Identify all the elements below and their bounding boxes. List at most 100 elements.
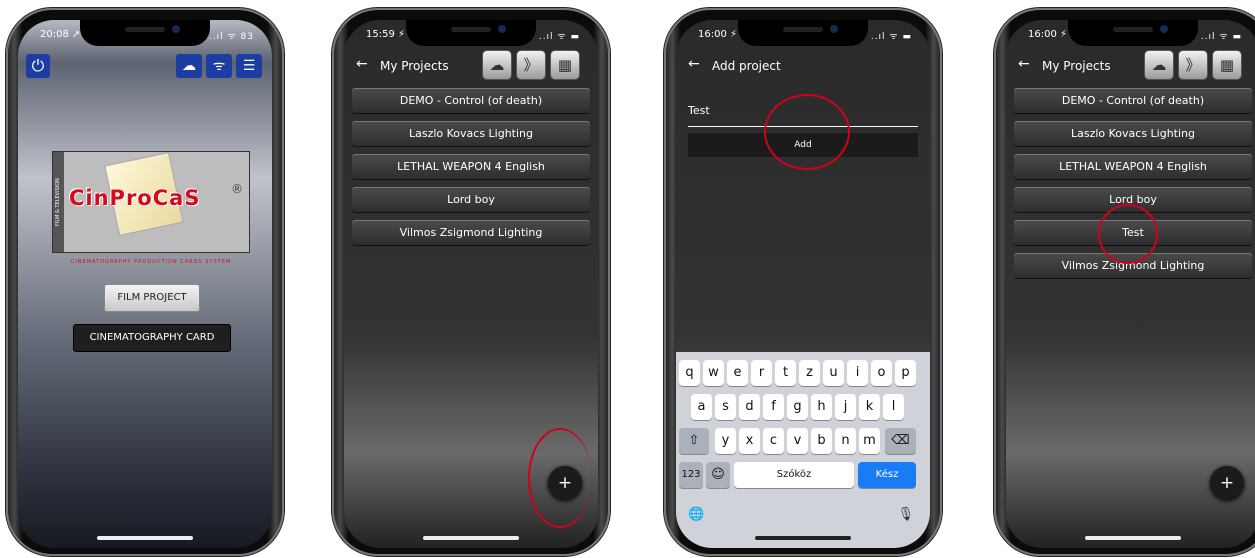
film-strip-icon[interactable]: ▦ [550, 50, 580, 80]
cloud-sync-icon[interactable]: ☁ [176, 54, 202, 78]
backspace-key-icon[interactable]: ⌫ [885, 428, 916, 454]
phone-frame-projects: 15:59 ⚡ ..ıl ᯤ ▬ ← My Projects ☁ 》 ▦ DEM… [332, 8, 610, 556]
key[interactable]: f [763, 394, 784, 420]
key[interactable]: t [775, 360, 796, 386]
project-item[interactable]: DEMO - Control (of death) [1014, 88, 1252, 114]
key[interactable]: l [883, 394, 904, 420]
project-list: DEMO - Control (of death) Laszlo Kovacs … [1014, 88, 1252, 286]
key[interactable]: x [739, 428, 760, 454]
status-time: 15:59 ⚡ [366, 29, 406, 40]
app-bar: ← My Projects ☁ 》 ▦ [1006, 48, 1255, 86]
project-item[interactable]: LETHAL WEAPON 4 English [1014, 154, 1252, 180]
page-title: Add project [712, 59, 781, 73]
add-project-fab[interactable]: + [1210, 466, 1244, 500]
keyboard-row-1: q w e r t z u i o p [676, 360, 930, 386]
bend-icon[interactable]: 》 [1178, 50, 1208, 80]
space-key[interactable]: Szóköz [734, 462, 854, 488]
key[interactable]: m [859, 428, 880, 454]
back-arrow-icon[interactable]: ← [688, 56, 700, 72]
status-icons: ..ıl ᯤ ▬ [1200, 32, 1242, 42]
phone-frame-projects-updated: 16:00 ⚡ ..ıl ᯤ ▬ ← My Projects ☁ 》 ▦ DEM… [994, 8, 1255, 556]
project-item[interactable]: DEMO - Control (of death) [352, 88, 590, 114]
status-bar: 20:08 ➚ ..ıl ᯤ 83 [18, 29, 272, 43]
project-item[interactable]: LETHAL WEAPON 4 English [352, 154, 590, 180]
key[interactable]: u [823, 360, 844, 386]
project-item[interactable]: Lord boy [352, 187, 590, 213]
key[interactable]: o [871, 360, 892, 386]
key[interactable]: k [859, 394, 880, 420]
home-indicator [423, 536, 519, 540]
back-arrow-icon[interactable]: ← [1018, 56, 1030, 72]
key[interactable]: h [811, 394, 832, 420]
key[interactable]: p [895, 360, 916, 386]
status-time: 16:00 ⚡ [698, 29, 738, 40]
keyboard-row-5: 🌐 🎙 [676, 502, 930, 528]
power-icon[interactable]: ⏻ [26, 54, 50, 78]
key[interactable]: b [811, 428, 832, 454]
microphone-icon[interactable]: 🎙 [897, 502, 914, 528]
key[interactable]: e [727, 360, 748, 386]
key[interactable]: s [715, 394, 736, 420]
bend-icon[interactable]: 》 [516, 50, 546, 80]
emoji-key-icon[interactable]: ☺ [706, 462, 730, 488]
cinematography-card-button[interactable]: CINEMATOGRAPHY CARD [73, 324, 231, 352]
key[interactable]: q [679, 360, 700, 386]
home-toolbar: ⏻ ☁ ᯤ ☰ [26, 54, 264, 80]
add-button[interactable]: Add [688, 133, 918, 157]
app-bar: ← Add project [676, 48, 930, 86]
project-item[interactable]: Vilmos Zsigmond Lighting [1014, 253, 1252, 279]
cloud-sync-icon[interactable]: ☁ [482, 50, 512, 80]
key[interactable]: v [787, 428, 808, 454]
key[interactable]: g [787, 394, 808, 420]
wifi-icon[interactable]: ᯤ [206, 54, 232, 78]
globe-icon[interactable]: 🌐 [688, 502, 704, 528]
logo-side-text: FILM & TELEVISION [53, 152, 64, 252]
cloud-sync-icon[interactable]: ☁ [1144, 50, 1174, 80]
key[interactable]: j [835, 394, 856, 420]
back-arrow-icon[interactable]: ← [356, 56, 368, 72]
status-bar: 16:00 ⚡ ..ıl ᯤ ▬ [1006, 29, 1255, 43]
home-indicator [1085, 536, 1181, 540]
key[interactable]: n [835, 428, 856, 454]
home-indicator [755, 536, 851, 540]
numbers-key[interactable]: 123 [679, 462, 703, 488]
add-project-screen: 16:00 ⚡ ..ıl ᯤ ▬ ← Add project Test Add … [676, 20, 930, 548]
key[interactable]: c [763, 428, 784, 454]
done-key[interactable]: Kész [858, 462, 916, 488]
status-icons: ..ıl ᯤ 83 [208, 32, 254, 42]
project-item[interactable]: Lord boy [1014, 187, 1252, 213]
film-strip-icon[interactable]: ▦ [1212, 50, 1242, 80]
shift-key-icon[interactable]: ⇧ [679, 428, 709, 454]
film-project-button[interactable]: FILM PROJECT [104, 284, 200, 312]
phone-frame-add-project: 16:00 ⚡ ..ıl ᯤ ▬ ← Add project Test Add … [664, 8, 942, 556]
menu-icon[interactable]: ☰ [236, 54, 262, 78]
project-item[interactable]: Laszlo Kovacs Lighting [352, 121, 590, 147]
keyboard: q w e r t z u i o p a s d f g h j k l ⇧ … [676, 352, 930, 548]
logo-tagline: CINEMATOGRAPHY PRODUCTION CARDS SYSTEM [70, 259, 232, 265]
project-item[interactable]: Laszlo Kovacs Lighting [1014, 121, 1252, 147]
keyboard-row-3: ⇧ y x c v b n m ⌫ [676, 428, 930, 454]
page-title: My Projects [1042, 59, 1111, 73]
project-item[interactable]: Test [1014, 220, 1252, 246]
status-time: 20:08 ➚ [40, 29, 81, 40]
page-title: My Projects [380, 59, 449, 73]
projects-updated-screen: 16:00 ⚡ ..ıl ᯤ ▬ ← My Projects ☁ 》 ▦ DEM… [1006, 20, 1255, 548]
logo-brand: CinProCaS [69, 186, 201, 210]
project-item[interactable]: Vilmos Zsigmond Lighting [352, 220, 590, 246]
project-name-input[interactable]: Test [688, 104, 918, 127]
key[interactable]: d [739, 394, 760, 420]
key[interactable]: r [751, 360, 772, 386]
phone-frame-home: 20:08 ➚ ..ıl ᯤ 83 ⏻ ☁ ᯤ ☰ FILM & TELEVIS… [6, 8, 284, 556]
key[interactable]: a [691, 394, 712, 420]
key[interactable]: w [703, 360, 724, 386]
status-icons: ..ıl ᯤ ▬ [538, 32, 580, 42]
key[interactable]: z [799, 360, 820, 386]
add-project-fab[interactable]: + [548, 466, 582, 500]
key[interactable]: i [847, 360, 868, 386]
status-icons: ..ıl ᯤ ▬ [870, 32, 912, 42]
home-indicator [97, 536, 193, 540]
home-screen: 20:08 ➚ ..ıl ᯤ 83 ⏻ ☁ ᯤ ☰ FILM & TELEVIS… [18, 20, 272, 548]
key[interactable]: y [715, 428, 736, 454]
logo-registered: ® [231, 182, 243, 196]
keyboard-row-2: a s d f g h j k l [676, 394, 930, 420]
